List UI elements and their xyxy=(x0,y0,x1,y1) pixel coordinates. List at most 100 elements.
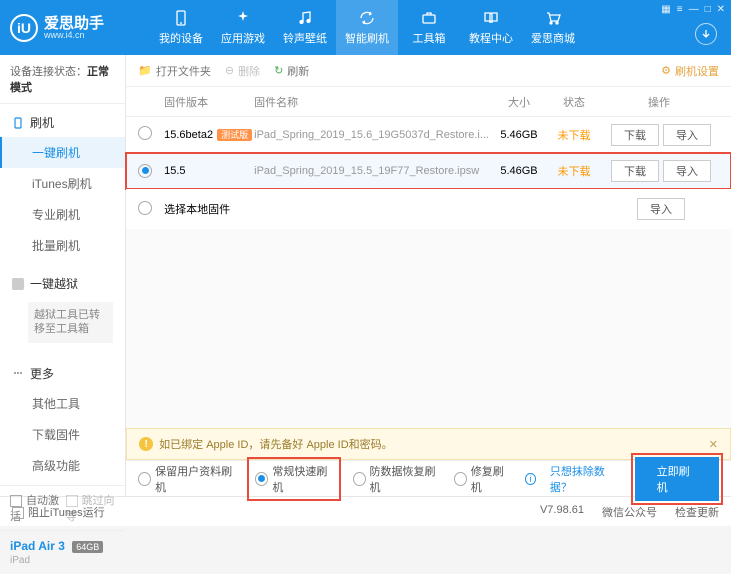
sidebar-item-batch-flash[interactable]: 批量刷机 xyxy=(0,230,125,261)
firmware-row-selected[interactable]: 15.5 iPad_Spring_2019_15.5_19F77_Restore… xyxy=(126,153,731,189)
check-update-link[interactable]: 检查更新 xyxy=(675,504,719,520)
refresh-icon: ↻ xyxy=(274,64,283,77)
beta-tag: 测试版 xyxy=(217,129,252,141)
nav-tutorials[interactable]: 教程中心 xyxy=(460,0,522,55)
opt-repair-flash[interactable]: 修复刷机 xyxy=(454,463,511,495)
nav-my-device[interactable]: 我的设备 xyxy=(150,0,212,55)
status-label: 设备连接状态： xyxy=(10,66,87,78)
maximize-icon[interactable]: □ xyxy=(705,4,711,15)
download-manager-button[interactable] xyxy=(695,23,717,45)
table-header: 固件版本 固件名称 大小 状态 操作 xyxy=(126,87,731,117)
connection-status: 设备连接状态：正常模式 xyxy=(0,55,125,104)
fw-name: iPad_Spring_2019_15.6_19G5037d_Restore.i… xyxy=(254,129,489,141)
warning-text: 如已绑定 Apple ID，请先备好 Apple ID和密码。 xyxy=(159,436,393,452)
opt-anti-recovery[interactable]: 防数据恢复刷机 xyxy=(353,463,440,495)
close-icon[interactable]: ✕ xyxy=(717,4,725,15)
refresh-button[interactable]: ↻ 刷新 xyxy=(274,63,309,79)
opt-keep-data[interactable]: 保留用户资料刷机 xyxy=(138,463,235,495)
fw-status: 未下载 xyxy=(549,127,599,143)
sidebar-head-flash[interactable]: 刷机 xyxy=(0,108,125,137)
row-radio[interactable] xyxy=(138,201,152,215)
erase-data-link[interactable]: 只想抹除数据？ xyxy=(550,463,621,495)
logo-icon: iU xyxy=(10,14,38,42)
import-button[interactable]: 导入 xyxy=(637,198,685,220)
device-info[interactable]: iPad Air 3 64GB iPad xyxy=(0,530,125,574)
minimize-icon[interactable]: — xyxy=(689,4,699,15)
nav-store[interactable]: 爱思商城 xyxy=(522,0,584,55)
button-label: 刷新 xyxy=(287,63,309,79)
opt-normal-flash[interactable]: 常规快速刷机 xyxy=(249,459,338,499)
nav-label: 工具箱 xyxy=(413,30,446,46)
opt-label: 修复刷机 xyxy=(471,463,511,495)
sidebar-head-label: 刷机 xyxy=(30,114,54,131)
flash-options-bar: 保留用户资料刷机 常规快速刷机 防数据恢复刷机 修复刷机 i 只想抹除数据？ 立… xyxy=(126,460,731,496)
appleid-warning: ! 如已绑定 Apple ID，请先备好 Apple ID和密码。 ✕ xyxy=(126,428,731,460)
device-storage-badge: 64GB xyxy=(72,541,103,553)
delete-button[interactable]: ⊖删除 xyxy=(225,63,260,79)
opt-label: 常规快速刷机 xyxy=(272,463,332,495)
opt-label: 防数据恢复刷机 xyxy=(370,463,440,495)
gear-icon: ⚙ xyxy=(661,64,671,77)
jailbreak-moved-note: 越狱工具已转移至工具箱 xyxy=(28,302,113,343)
list-icon[interactable]: ≡ xyxy=(677,4,683,15)
book-icon xyxy=(482,9,500,27)
col-version: 固件版本 xyxy=(164,94,254,110)
more-icon xyxy=(12,367,24,379)
main-nav: 我的设备 应用游戏 铃声壁纸 智能刷机 工具箱 教程中心 爱思商城 xyxy=(150,0,584,55)
delete-icon: ⊖ xyxy=(225,64,234,77)
folder-icon: 📁 xyxy=(138,64,152,77)
device-name: iPad Air 3 xyxy=(10,539,65,553)
device-type: iPad xyxy=(10,555,115,566)
toolbar: 📁 打开文件夹 ⊖删除 ↻ 刷新 ⚙刷机设置 xyxy=(126,55,731,87)
col-status: 状态 xyxy=(549,94,599,110)
info-icon[interactable]: i xyxy=(525,473,536,485)
sidebar-head-label: 一键越狱 xyxy=(30,275,78,292)
fw-size: 5.46GB xyxy=(489,129,549,141)
sidebar-item-advanced[interactable]: 高级功能 xyxy=(0,450,125,481)
brand-url: www.i4.cn xyxy=(44,31,104,40)
firmware-row[interactable]: 15.6beta2 测试版 iPad_Spring_2019_15.6_19G50… xyxy=(126,117,731,153)
sidebar-head-label: 更多 xyxy=(30,365,54,382)
nav-label: 我的设备 xyxy=(159,30,203,46)
music-icon xyxy=(296,9,314,27)
nav-apps[interactable]: 应用游戏 xyxy=(212,0,274,55)
menu-icon[interactable]: ▦ xyxy=(661,4,670,15)
row-radio[interactable] xyxy=(138,164,152,178)
lock-icon xyxy=(12,278,24,290)
wechat-link[interactable]: 微信公众号 xyxy=(602,504,657,520)
download-button[interactable]: 下载 xyxy=(611,160,659,182)
titlebar: iU 爱思助手 www.i4.cn 我的设备 应用游戏 铃声壁纸 智能刷机 工具… xyxy=(0,0,731,55)
toolbox-icon xyxy=(420,9,438,27)
warning-icon: ! xyxy=(139,437,153,451)
col-ops: 操作 xyxy=(599,94,719,110)
sidebar-item-itunes-flash[interactable]: iTunes刷机 xyxy=(0,168,125,199)
opt-label: 保留用户资料刷机 xyxy=(155,463,235,495)
flash-settings-button[interactable]: ⚙刷机设置 xyxy=(661,63,719,79)
button-label: 打开文件夹 xyxy=(156,63,211,79)
nav-label: 铃声壁纸 xyxy=(283,30,327,46)
sidebar-head-jailbreak[interactable]: 一键越狱 xyxy=(0,269,125,298)
flash-icon xyxy=(358,9,376,27)
sidebar-item-pro-flash[interactable]: 专业刷机 xyxy=(0,199,125,230)
device-icon xyxy=(172,9,190,27)
start-flash-button[interactable]: 立即刷机 xyxy=(635,457,719,501)
fw-version: 15.5 xyxy=(164,165,185,177)
import-button[interactable]: 导入 xyxy=(663,124,711,146)
nav-flash[interactable]: 智能刷机 xyxy=(336,0,398,55)
nav-label: 爱思商城 xyxy=(531,30,575,46)
open-folder-button[interactable]: 📁 打开文件夹 xyxy=(138,63,211,79)
nav-toolbox[interactable]: 工具箱 xyxy=(398,0,460,55)
sidebar-item-other-tools[interactable]: 其他工具 xyxy=(0,388,125,419)
sidebar-item-download-fw[interactable]: 下载固件 xyxy=(0,419,125,450)
skip-guide-checkbox[interactable]: 跳过向导 xyxy=(66,492,116,524)
local-firmware-row[interactable]: 选择本地固件 导入 xyxy=(126,189,731,229)
download-button[interactable]: 下载 xyxy=(611,124,659,146)
nav-ringtones[interactable]: 铃声壁纸 xyxy=(274,0,336,55)
phone-icon xyxy=(12,117,24,129)
close-warning-button[interactable]: ✕ xyxy=(709,438,718,451)
row-radio[interactable] xyxy=(138,126,152,140)
sidebar-item-oneclick-flash[interactable]: 一键刷机 xyxy=(0,137,125,168)
fw-version: 15.6beta2 xyxy=(164,129,213,141)
import-button[interactable]: 导入 xyxy=(663,160,711,182)
sidebar-head-more[interactable]: 更多 xyxy=(0,359,125,388)
